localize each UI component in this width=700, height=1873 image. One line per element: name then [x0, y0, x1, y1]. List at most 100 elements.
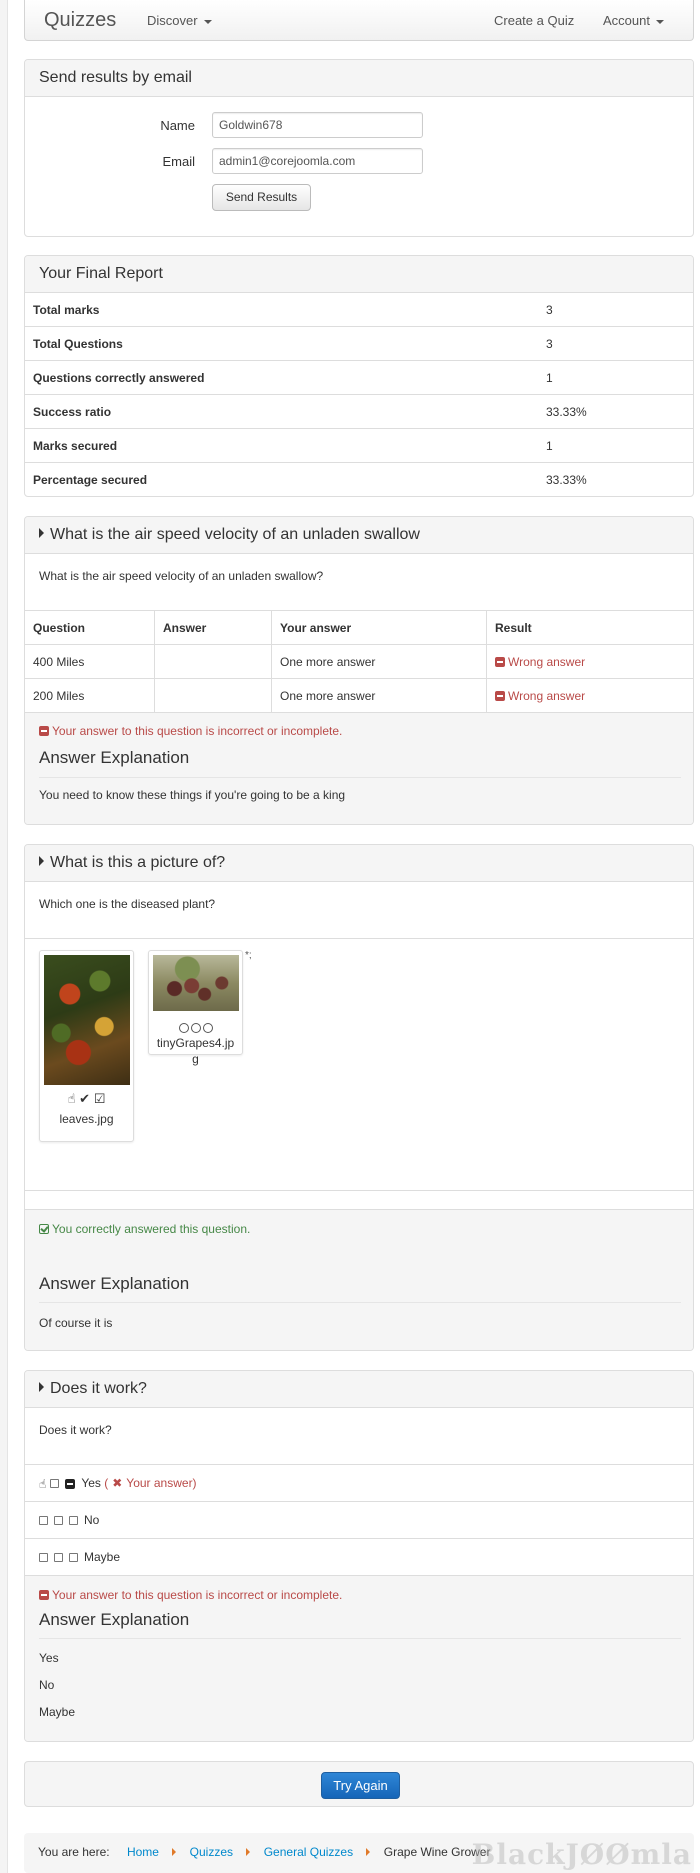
stray-mark: *; — [245, 950, 252, 961]
minus-circle-icon — [495, 691, 505, 701]
breadcrumb-arrow-icon — [172, 1848, 177, 1856]
account-menu[interactable]: Account — [603, 13, 664, 28]
breadcrumb-arrow-icon — [246, 1848, 251, 1856]
breadcrumb-link-general-quizzes[interactable]: General Quizzes — [264, 1845, 353, 1859]
grapes-image — [153, 955, 239, 1011]
question-panel-1: What is the air speed velocity of an unl… — [24, 516, 694, 825]
explanation-text: Of course it is — [39, 1316, 113, 1330]
image-option-leaves[interactable]: ☝ ✔ ☑ leaves.jpg — [39, 950, 134, 1142]
report-label: Total Questions — [33, 337, 123, 351]
caret-right-icon — [39, 528, 44, 538]
name-row: Name — [25, 112, 693, 140]
minus-square-icon — [65, 1478, 76, 1489]
email-label: Email — [162, 154, 195, 169]
image-label-line: g — [192, 1052, 199, 1066]
divider — [39, 1638, 681, 1639]
question-text: What is the air speed velocity of an unl… — [39, 569, 324, 583]
cell-your-answer: One more answer — [272, 645, 487, 679]
name-input[interactable] — [212, 112, 423, 138]
discover-label: Discover — [147, 13, 198, 28]
minus-circle-icon — [39, 1590, 49, 1600]
your-answer-note: (✖ Your answer) — [104, 1476, 196, 1490]
note-text: Your answer) — [126, 1476, 197, 1490]
report-label: Total marks — [33, 303, 100, 317]
cell-result: Wrong answer — [487, 679, 693, 713]
caret-down-icon — [203, 19, 212, 24]
breadcrumb-link-quizzes[interactable]: Quizzes — [190, 1845, 233, 1859]
image-label: tinyGrapes4.jp g — [149, 1035, 242, 1067]
checkbox-empty-icon — [54, 1553, 63, 1563]
send-results-button[interactable]: Send Results — [212, 184, 311, 211]
caret-right-icon — [39, 1382, 44, 1392]
x-mark-icon: ✖ — [112, 1476, 123, 1490]
leaves-image — [44, 955, 130, 1085]
email-panel-title: Send results by email — [25, 60, 693, 97]
explanation-text: You need to know these things if you're … — [39, 788, 346, 802]
answer-option: ☝ Yes (✖ Your answer) — [25, 1464, 693, 1501]
report-row: Marks secured 1 — [25, 428, 693, 462]
question-title[interactable]: What is the air speed velocity of an unl… — [25, 517, 693, 554]
radio-empty-icon — [202, 1022, 213, 1033]
email-input[interactable] — [212, 148, 423, 174]
report-value: 33.33% — [546, 405, 587, 419]
report-row: Questions correctly answered 1 — [25, 360, 693, 394]
breadcrumb-arrow-icon — [366, 1848, 371, 1856]
selection-icons: ☝ ✔ ☑ — [40, 1091, 133, 1107]
breadcrumb-link-home[interactable]: Home — [127, 1845, 159, 1859]
divider — [39, 777, 681, 778]
note-paren: ( — [104, 1476, 109, 1490]
checkbox-empty-icon — [50, 1479, 60, 1489]
table-row: 200 Miles One more answer Wrong answer — [25, 678, 693, 713]
image-option-grapes[interactable]: tinyGrapes4.jp g — [148, 950, 243, 1066]
radio-icons — [149, 1019, 242, 1035]
discover-menu[interactable]: Discover — [147, 13, 212, 28]
site-watermark: BlackJØØmla — [471, 1838, 692, 1871]
cell-answer — [155, 679, 272, 713]
question-text: Does it work? — [39, 1423, 112, 1437]
caret-right-icon — [39, 856, 44, 866]
report-value: 1 — [546, 371, 553, 385]
column-header: Answer — [155, 611, 272, 645]
question-title[interactable]: Does it work? — [25, 1371, 693, 1408]
left-edge — [0, 0, 8, 1873]
create-quiz-link[interactable]: Create a Quiz — [494, 13, 574, 28]
question-title-text: Does it work? — [50, 1380, 147, 1397]
hand-pointer-icon: ☝ — [67, 1091, 76, 1106]
radio-empty-icon — [178, 1022, 189, 1033]
explanation-title: Answer Explanation — [39, 1610, 190, 1629]
caret-down-icon — [655, 19, 664, 24]
option-label: Maybe — [84, 1550, 121, 1564]
explanation-line: Maybe — [39, 1705, 76, 1719]
explanation-area: Your answer to this question is incorrec… — [25, 1575, 693, 1741]
report-row: Success ratio 33.33% — [25, 394, 693, 428]
report-value: 33.33% — [546, 473, 587, 487]
cell-answer — [155, 645, 272, 679]
report-row: Total Questions 3 — [25, 326, 693, 360]
report-label: Marks secured — [33, 439, 118, 453]
checkbox-empty-icon — [39, 1553, 48, 1563]
option-label: Yes — [81, 1476, 101, 1490]
question-title[interactable]: What is this a picture of? — [25, 845, 693, 882]
brand-link[interactable]: Quizzes — [44, 9, 116, 32]
report-label: Success ratio — [33, 405, 112, 419]
cell-question: 400 Miles — [25, 645, 155, 679]
report-label: Percentage secured — [33, 473, 148, 487]
explanation-line: No — [39, 1678, 55, 1692]
report-value: 3 — [546, 337, 553, 351]
final-report-panel: Your Final Report Total marks 3 Total Qu… — [24, 255, 694, 497]
checkbox-empty-icon — [69, 1516, 78, 1526]
status-text: You correctly answered this question. — [52, 1222, 251, 1236]
check-icon: ✔ — [75, 1091, 91, 1106]
account-label: Account — [603, 13, 650, 28]
cell-result: Wrong answer — [487, 645, 693, 679]
breadcrumb: You are here: Home Quizzes General Quizz… — [24, 1833, 694, 1873]
try-again-button[interactable]: Try Again — [321, 1772, 400, 1799]
report-label: Questions correctly answered — [33, 371, 205, 385]
status-message: You correctly answered this question. — [39, 1222, 250, 1236]
table-header: Question Answer Your answer Result — [25, 610, 693, 645]
minus-circle-icon — [39, 726, 49, 736]
explanation-title: Answer Explanation — [39, 1274, 190, 1293]
question-panel-2: What is this a picture of? Which one is … — [24, 844, 694, 1351]
name-label: Name — [160, 118, 195, 133]
explanation-area: You correctly answered this question. An… — [25, 1209, 693, 1350]
